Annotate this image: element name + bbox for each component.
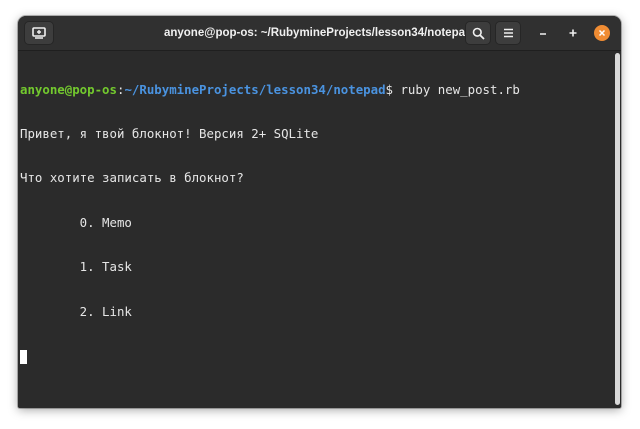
text-cursor xyxy=(20,349,27,364)
maximize-button[interactable] xyxy=(562,21,584,45)
hamburger-menu-icon xyxy=(503,28,513,38)
minimize-button[interactable] xyxy=(532,21,554,45)
output-line: 1. Task xyxy=(20,259,132,275)
search-icon xyxy=(472,27,485,40)
close-button[interactable] xyxy=(594,25,610,41)
window-title: anyone@pop-os: ~/RubymineProjects/lesson… xyxy=(163,27,473,39)
new-tab-icon xyxy=(32,27,46,39)
terminal-window: anyone@pop-os: ~/RubymineProjects/lesson… xyxy=(18,16,621,408)
prompt-symbol: $ xyxy=(385,81,394,97)
scrollbar[interactable] xyxy=(614,51,621,408)
new-tab-button[interactable] xyxy=(24,21,54,45)
prompt-path: ~/RubymineProjects/lesson34/notepad xyxy=(124,81,386,97)
minimize-icon xyxy=(540,33,546,35)
scrollbar-thumb[interactable] xyxy=(615,53,620,405)
prompt-user-host: anyone@pop-os xyxy=(20,81,117,97)
search-button[interactable] xyxy=(465,21,491,45)
close-icon xyxy=(598,29,606,37)
prompt-line: anyone@pop-os:~/RubymineProjects/lesson3… xyxy=(20,81,614,98)
terminal-output[interactable]: anyone@pop-os:~/RubymineProjects/lesson3… xyxy=(18,51,614,408)
output-line: Привет, я твой блокнот! Версия 2+ SQLite xyxy=(20,125,319,141)
cursor-line[interactable] xyxy=(20,349,614,364)
output-line: Что хотите записать в блокнот? xyxy=(20,170,244,186)
menu-button[interactable] xyxy=(495,21,521,45)
plus-icon xyxy=(569,29,577,37)
title-bar[interactable]: anyone@pop-os: ~/RubymineProjects/lesson… xyxy=(18,16,621,51)
output-line: 2. Link xyxy=(20,303,132,319)
output-line: 0. Memo xyxy=(20,214,132,230)
prompt-command: ruby new_post.rb xyxy=(393,81,520,97)
